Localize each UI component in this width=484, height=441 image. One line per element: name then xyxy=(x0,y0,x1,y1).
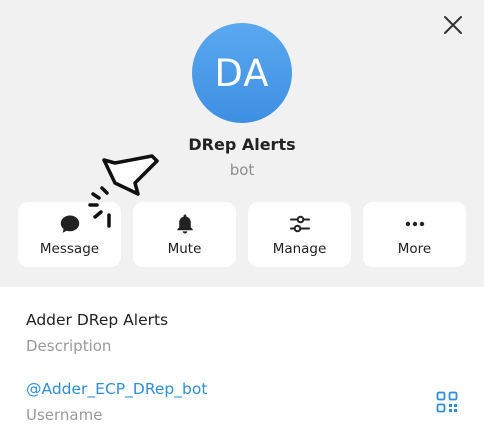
username-label: Username xyxy=(26,406,103,424)
close-button[interactable] xyxy=(441,13,465,37)
action-bar: Message Mute Manage More xyxy=(18,202,466,267)
message-button[interactable]: Message xyxy=(18,202,121,267)
avatar: DA xyxy=(192,23,292,123)
sliders-icon xyxy=(289,215,310,233)
profile-header: DA DRep Alerts bot Message Mute Manage M… xyxy=(0,0,484,287)
mute-button[interactable]: Mute xyxy=(133,202,236,267)
chat-bubble-icon xyxy=(60,215,79,233)
description-label: Description xyxy=(26,337,112,355)
dots-horizontal-icon xyxy=(405,221,424,227)
mute-button-label: Mute xyxy=(167,241,202,257)
qr-code-button[interactable] xyxy=(436,391,458,413)
close-icon xyxy=(444,16,462,34)
avatar-initials: DA xyxy=(214,51,270,95)
more-button[interactable]: More xyxy=(363,202,466,267)
username-block: @Adder_ECP_DRep_bot Username xyxy=(26,380,426,424)
description-block: Adder DRep Alerts Description xyxy=(26,311,426,355)
profile-name: DRep Alerts xyxy=(188,135,296,154)
description-value: Adder DRep Alerts xyxy=(26,311,169,329)
manage-button[interactable]: Manage xyxy=(248,202,351,267)
profile-subtitle: bot xyxy=(229,161,255,179)
more-button-label: More xyxy=(397,241,432,257)
message-button-label: Message xyxy=(39,241,100,257)
manage-button-label: Manage xyxy=(272,241,327,257)
bell-icon xyxy=(176,214,193,234)
username-link[interactable]: @Adder_ECP_DRep_bot xyxy=(26,380,426,398)
qr-code-icon xyxy=(436,391,458,413)
